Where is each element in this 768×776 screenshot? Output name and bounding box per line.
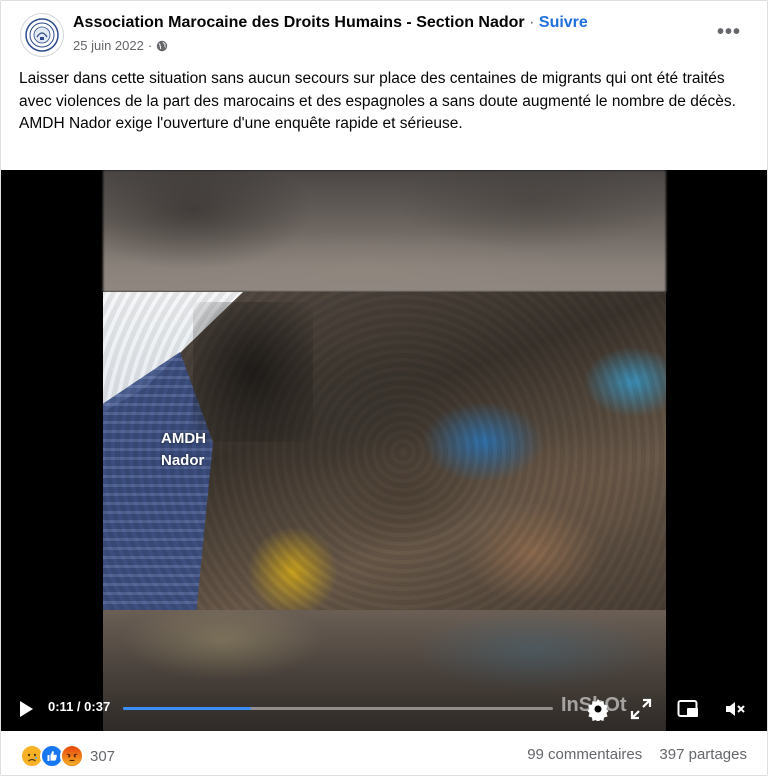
video-controls: 0:11 / 0:37 InShOt <box>1 686 767 731</box>
message-paragraph-1: Laisser dans cette situation sans aucun … <box>19 70 736 110</box>
watermark-line-2: Nador <box>161 452 205 469</box>
engagement-stats: 99 commentaires 397 partages <box>527 746 747 763</box>
reactions-summary[interactable]: 307 <box>20 744 115 768</box>
angry-reaction-icon <box>60 744 84 768</box>
name-separator: · <box>529 14 535 31</box>
reaction-count[interactable]: 307 <box>90 748 115 765</box>
post-message: Laisser dans cette situation sans aucun … <box>19 68 749 136</box>
video-player[interactable]: AMDH Nador 0:11 / 0:37 InShOt <box>1 170 767 731</box>
post-header: Association Marocaine des Droits Humains… <box>1 1 767 65</box>
video-frame: AMDH Nador <box>103 292 666 610</box>
time-separator: / <box>73 699 85 714</box>
shares-count[interactable]: 397 partages <box>659 746 747 763</box>
watermark-line-1: AMDH <box>161 430 206 447</box>
comments-count[interactable]: 99 commentaires <box>527 746 642 763</box>
page-name-link[interactable]: Association Marocaine des Droits Humains… <box>73 14 525 31</box>
amdh-logo-icon <box>25 18 59 52</box>
page-avatar[interactable] <box>20 13 64 57</box>
total-duration: 0:37 <box>84 699 111 714</box>
page-name-line: Association Marocaine des Droits Humains… <box>73 14 588 32</box>
video-blur-top <box>103 170 666 292</box>
video-time: 0:11 / 0:37 <box>48 699 110 714</box>
fullscreen-icon[interactable] <box>629 697 653 721</box>
progress-bar[interactable] <box>123 707 553 710</box>
play-icon[interactable] <box>15 698 37 720</box>
video-watermark: AMDH Nador <box>161 428 206 472</box>
picture-in-picture-icon[interactable] <box>676 697 700 721</box>
date-separator: · <box>147 38 153 53</box>
facebook-post: Association Marocaine des Droits Humains… <box>0 0 768 776</box>
progress-fill <box>123 707 251 710</box>
message-paragraph-2: AMDH Nador exige l'ouverture d'une enquê… <box>19 115 463 132</box>
post-date[interactable]: 25 juin 2022 <box>73 38 144 53</box>
globe-icon <box>156 40 168 52</box>
mute-icon[interactable] <box>723 697 747 721</box>
current-time: 0:11 <box>48 699 74 714</box>
post-footer: 307 99 commentaires 397 partages <box>1 731 767 775</box>
settings-icon[interactable] <box>586 697 610 723</box>
post-meta: 25 juin 2022 · <box>73 38 168 53</box>
follow-button[interactable]: Suivre <box>539 14 588 31</box>
more-options-icon[interactable]: ••• <box>711 19 747 45</box>
